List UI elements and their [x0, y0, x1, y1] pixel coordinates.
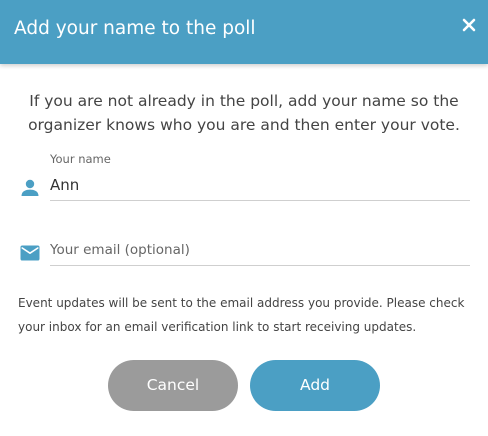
close-button[interactable] [460, 14, 478, 36]
add-name-dialog: Add your name to the poll If you are not… [0, 0, 488, 436]
envelope-icon [19, 242, 41, 264]
add-button[interactable]: Add [250, 360, 380, 411]
close-icon [462, 18, 476, 32]
name-field[interactable] [50, 169, 470, 201]
email-field[interactable] [50, 234, 470, 266]
dialog-title: Add your name to the poll [14, 18, 256, 39]
intro-text: If you are not already in the poll, add … [28, 92, 460, 134]
email-updates-note: Event updates will be sent to the email … [18, 296, 465, 334]
cancel-button[interactable]: Cancel [108, 360, 238, 411]
dialog-header: Add your name to the poll [0, 0, 488, 64]
name-field-label: Your name [50, 152, 111, 166]
person-icon [19, 177, 41, 199]
